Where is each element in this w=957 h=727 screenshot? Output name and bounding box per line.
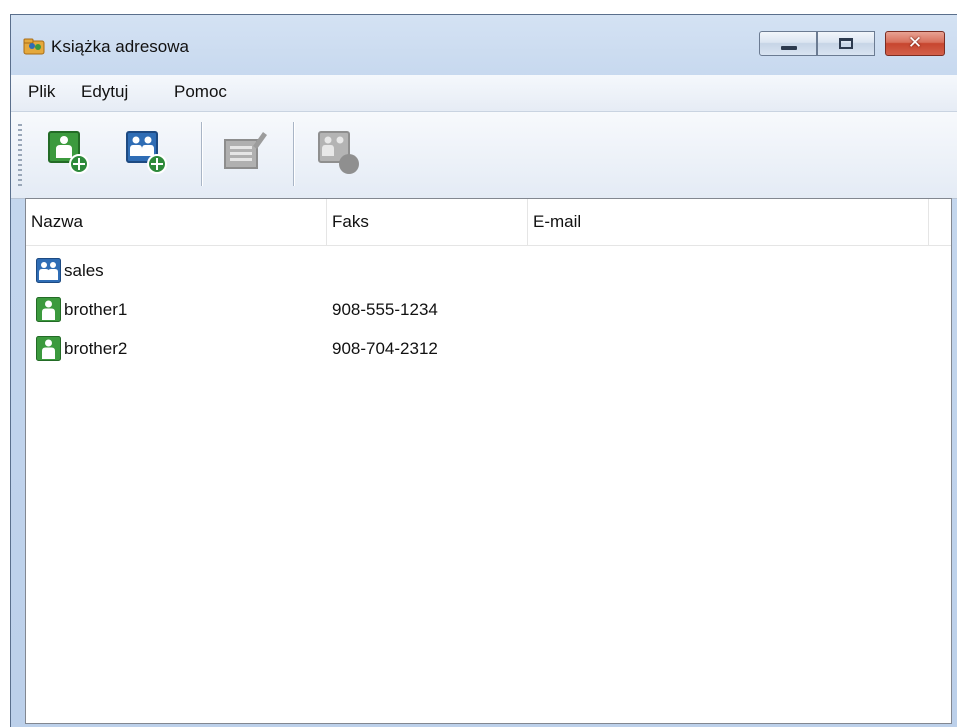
row-fax: 908-555-1234 xyxy=(332,300,438,319)
toolbar xyxy=(11,112,957,199)
close-icon: ✕ xyxy=(907,33,923,53)
contacts-list[interactable]: Nazwa Faks E-mail sales brother1 908-555… xyxy=(25,198,952,724)
person-icon xyxy=(36,297,61,322)
minimize-button[interactable] xyxy=(759,31,817,56)
table-row[interactable]: brother2 908-704-2312 xyxy=(26,329,951,368)
column-header-email[interactable]: E-mail xyxy=(528,199,928,245)
close-button[interactable]: ✕ xyxy=(885,31,945,56)
group-icon xyxy=(36,258,61,283)
address-book-window: Książka adresowa ✕ Plik Edytuj Pomoc Naz… xyxy=(10,14,957,727)
menu-pomoc[interactable]: Pomoc xyxy=(174,82,227,102)
person-icon xyxy=(36,336,61,361)
edit-icon xyxy=(224,132,267,169)
add-group-icon xyxy=(126,131,167,174)
maximize-button[interactable] xyxy=(817,31,875,56)
row-name: brother1 xyxy=(64,300,128,319)
table-row[interactable]: sales xyxy=(26,251,951,290)
title-bar[interactable]: Książka adresowa ✕ xyxy=(11,15,957,75)
add-member-icon xyxy=(48,131,89,174)
toolbar-grip[interactable] xyxy=(18,124,22,186)
column-divider[interactable] xyxy=(928,199,929,245)
delete-icon xyxy=(318,131,359,174)
add-group-button[interactable] xyxy=(119,124,171,184)
column-header-fax[interactable]: Faks xyxy=(327,199,527,245)
address-book-app-icon xyxy=(23,38,45,55)
menu-bar: Plik Edytuj Pomoc xyxy=(11,75,957,112)
table-row[interactable]: brother1 908-555-1234 xyxy=(26,290,951,329)
add-member-button[interactable] xyxy=(41,124,93,184)
toolbar-separator xyxy=(293,122,294,186)
menu-plik[interactable]: Plik xyxy=(28,82,55,102)
row-name: sales xyxy=(64,261,104,280)
menu-edytuj[interactable]: Edytuj xyxy=(81,82,128,102)
row-name: brother2 xyxy=(64,339,128,358)
delete-button[interactable] xyxy=(311,124,363,184)
column-header-name[interactable]: Nazwa xyxy=(26,199,326,245)
toolbar-separator xyxy=(201,122,202,186)
list-header: Nazwa Faks E-mail xyxy=(26,199,951,246)
row-fax: 908-704-2312 xyxy=(332,339,438,358)
edit-button[interactable] xyxy=(219,124,271,184)
window-title: Książka adresowa xyxy=(51,37,189,56)
